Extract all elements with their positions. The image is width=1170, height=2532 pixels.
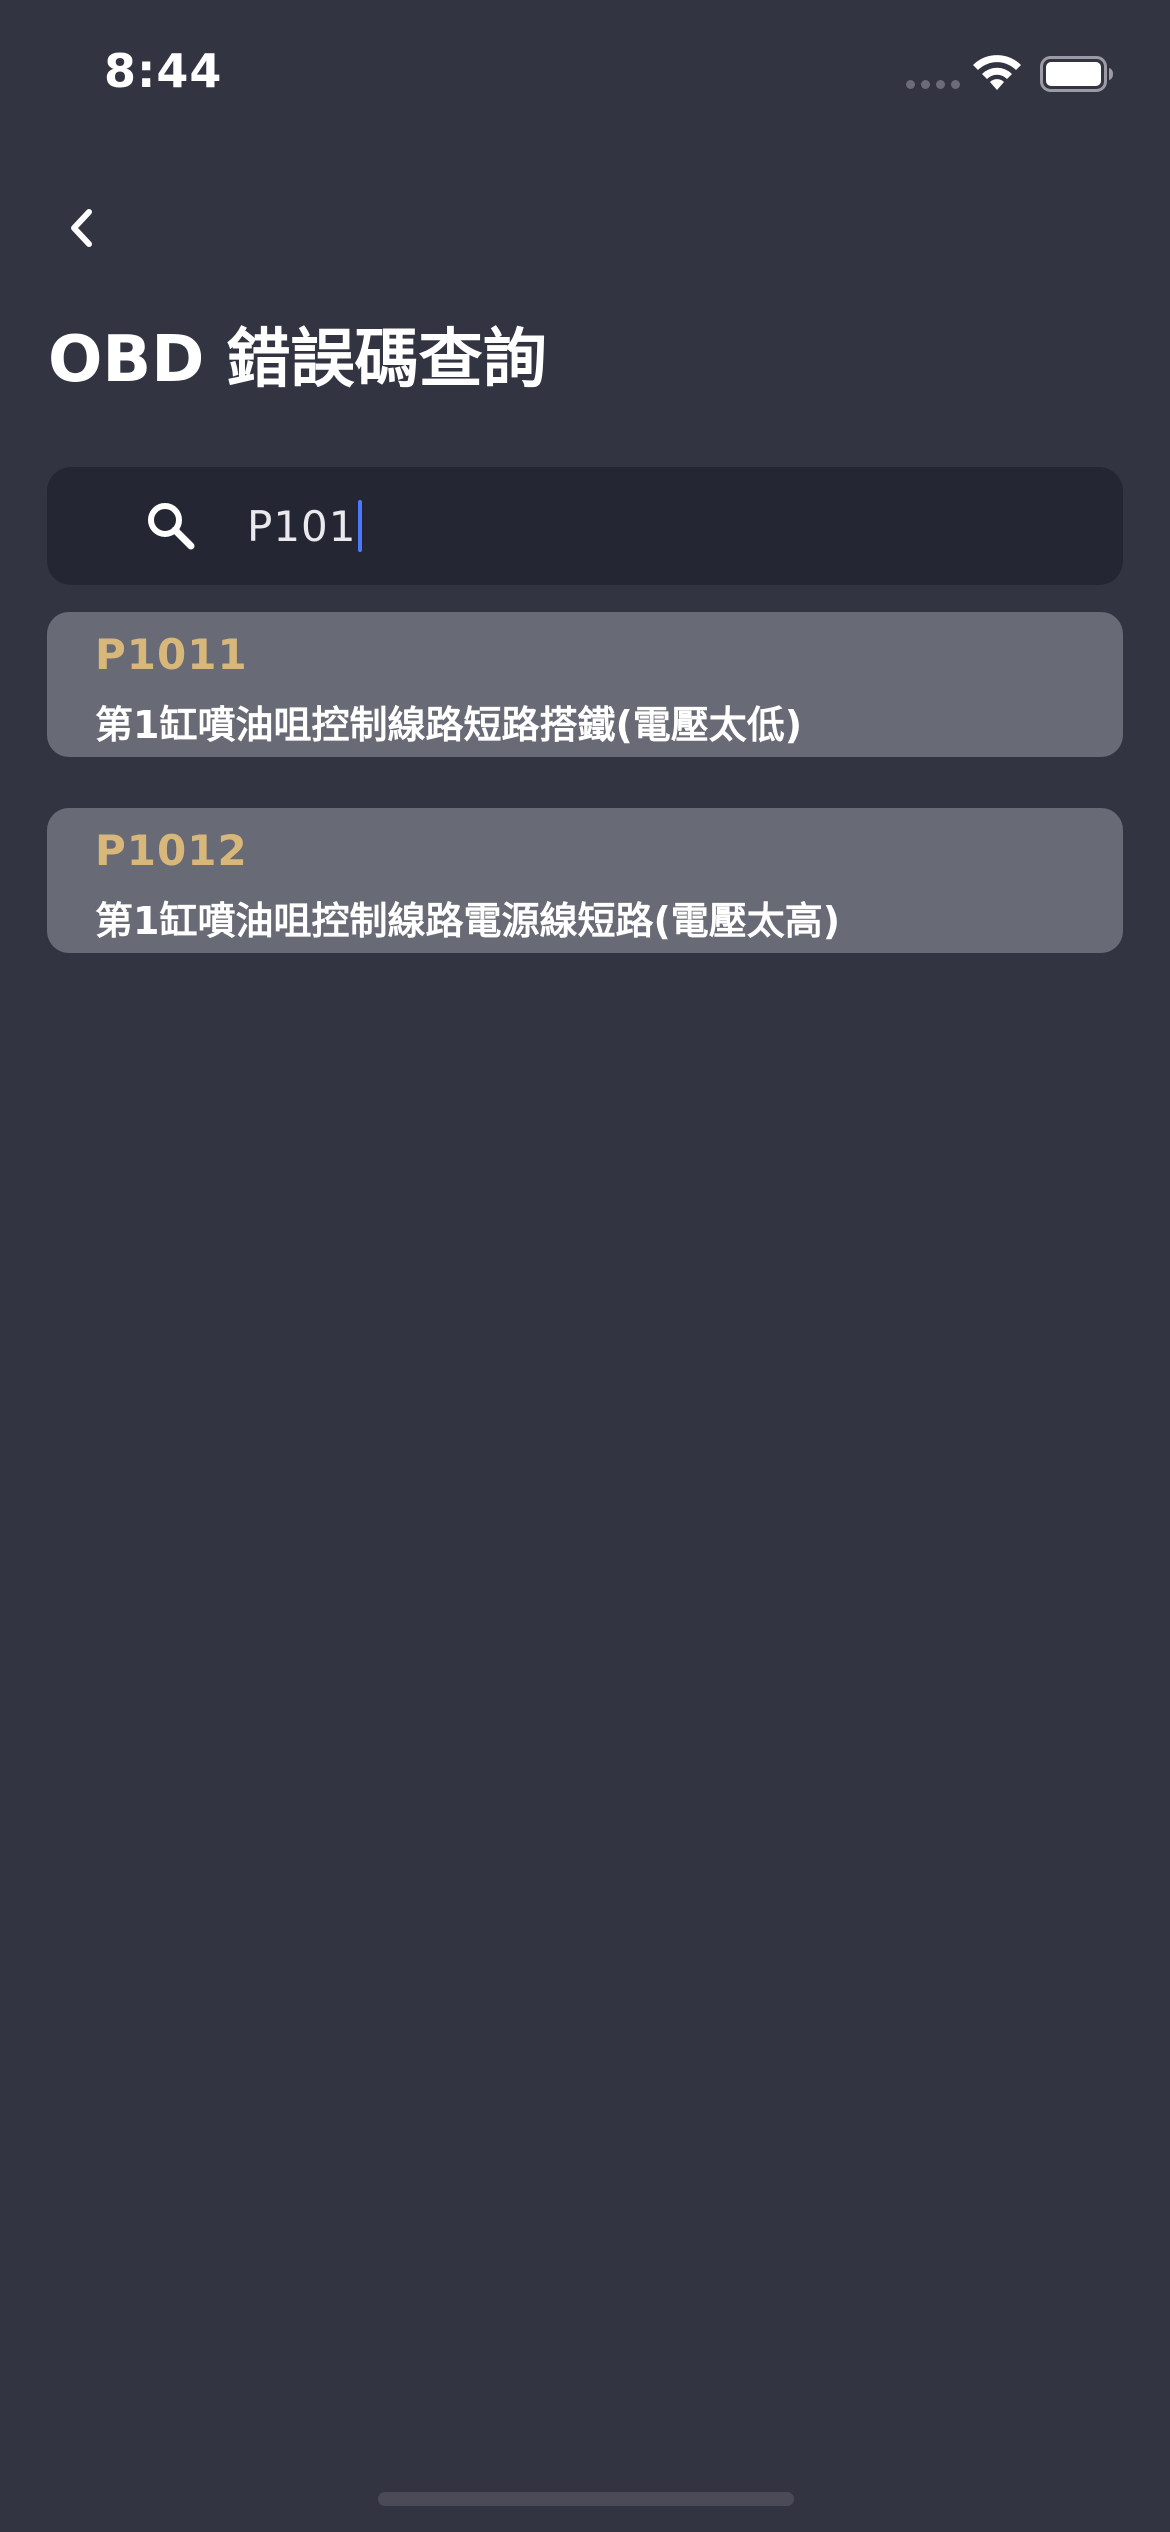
result-item[interactable]: P1012 第1缸噴油咀控制線路電源線短路(電壓太高) — [47, 808, 1123, 953]
cellular-signal-icon — [906, 80, 960, 89]
page-title: OBD 錯誤碼查詢 — [48, 323, 547, 397]
result-description: 第1缸噴油咀控制線路電源線短路(電壓太高) — [95, 899, 841, 943]
search-bar[interactable]: P101 — [47, 467, 1123, 585]
result-item[interactable]: P1011 第1缸噴油咀控制線路短路搭鐵(電壓太低) — [47, 612, 1123, 757]
chevron-left-icon — [71, 209, 92, 247]
result-code: P1012 — [95, 826, 248, 875]
result-code: P1011 — [95, 630, 248, 679]
search-icon — [148, 503, 195, 550]
result-description: 第1缸噴油咀控制線路短路搭鐵(電壓太低) — [95, 703, 803, 747]
status-time: 8:44 — [104, 44, 223, 98]
battery-icon — [1040, 56, 1113, 92]
search-input-value: P101 — [247, 501, 357, 551]
wifi-icon — [973, 55, 1021, 90]
text-caret — [357, 500, 362, 552]
status-bar: 8:44 — [0, 0, 1170, 150]
home-indicator[interactable] — [378, 2492, 794, 2506]
back-button[interactable] — [50, 196, 114, 260]
search-input[interactable]: P101 — [247, 489, 362, 563]
